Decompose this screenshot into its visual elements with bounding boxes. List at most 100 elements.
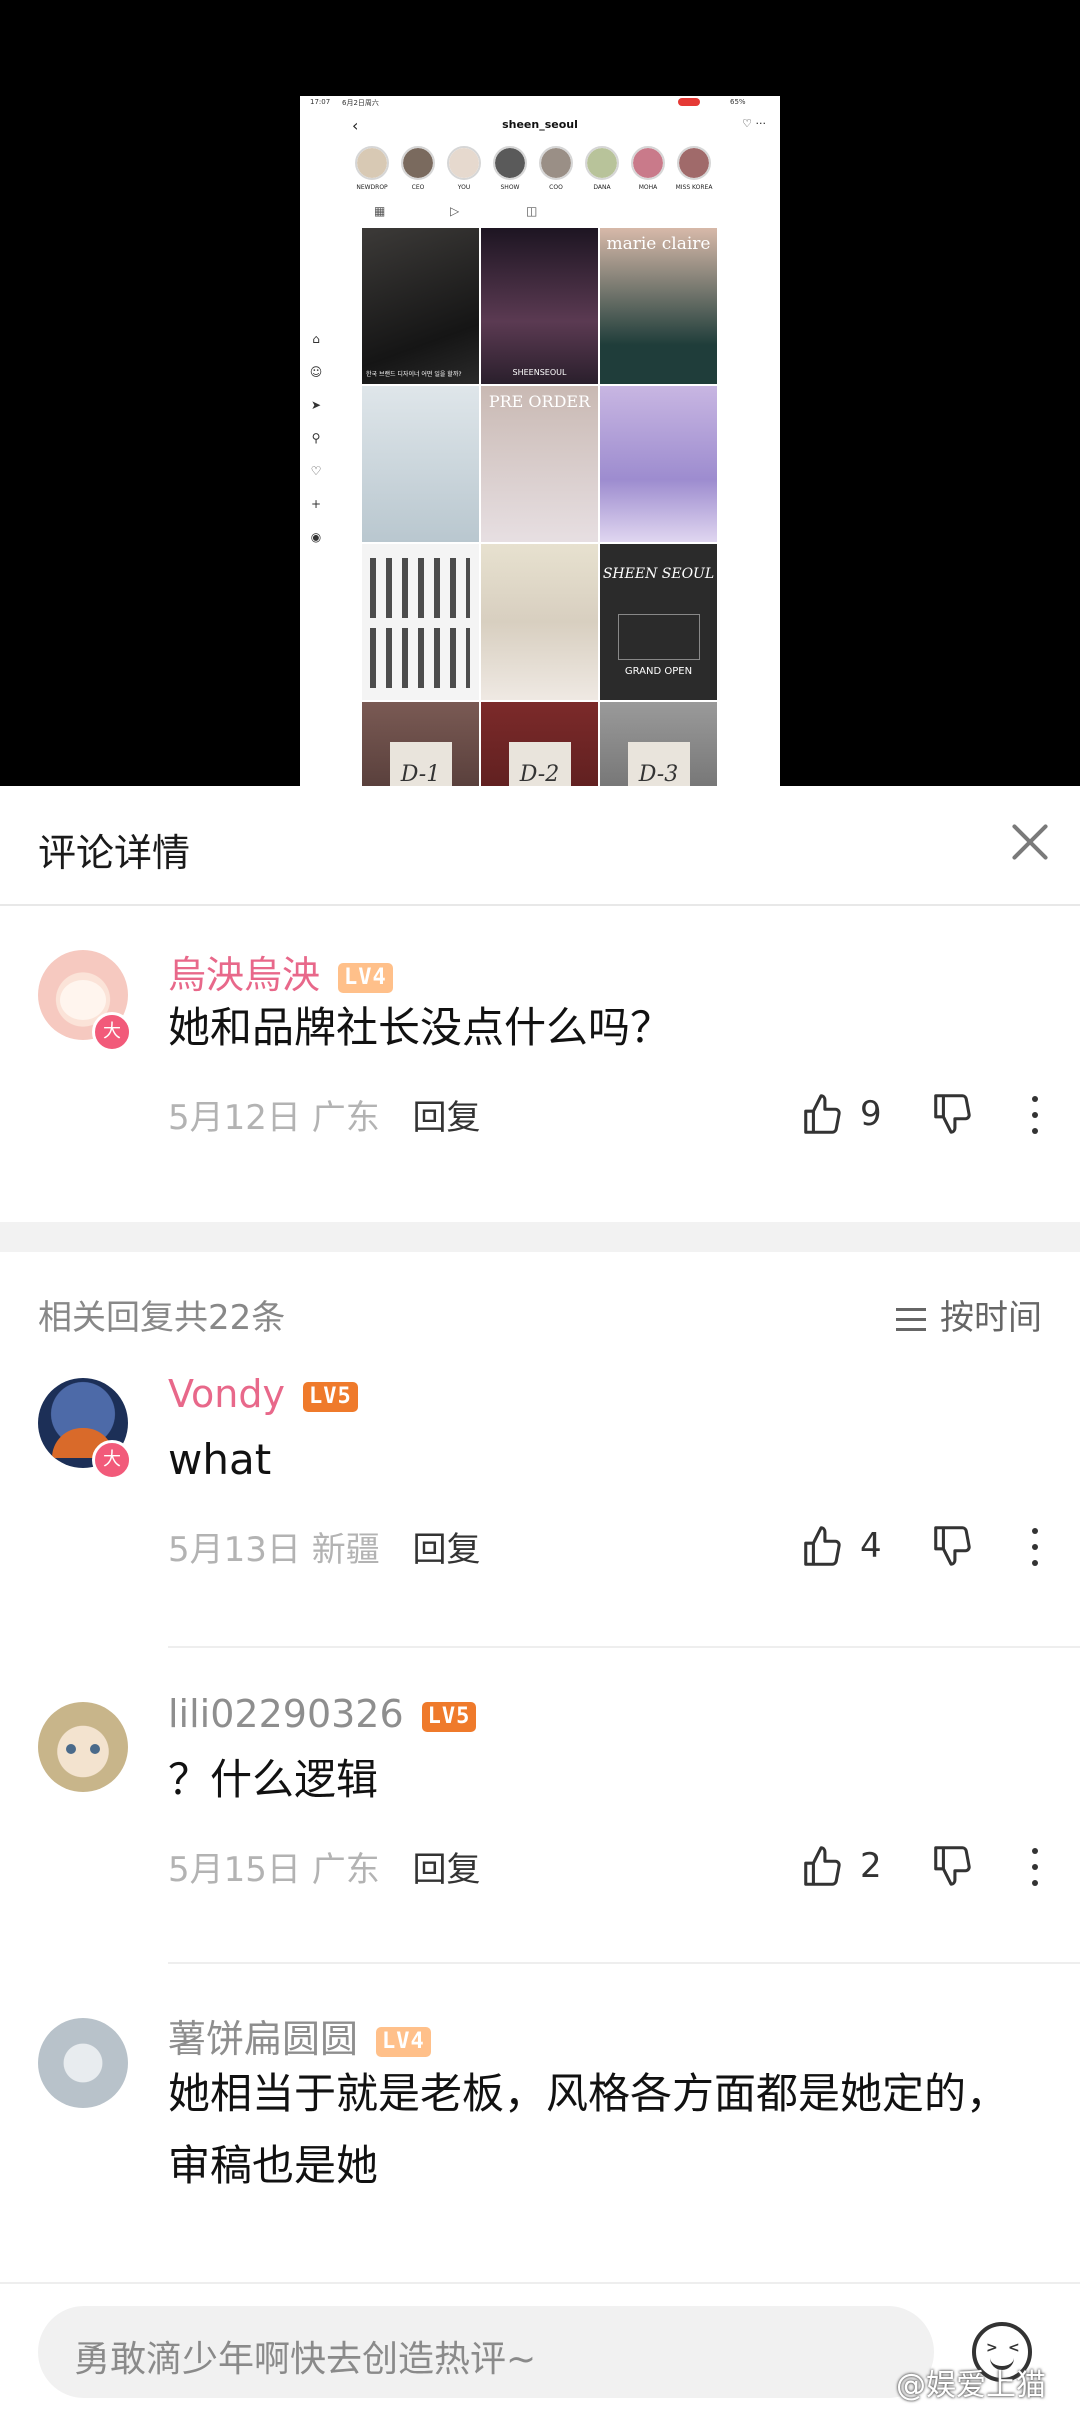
thumbs-down-icon [934, 1526, 971, 1566]
sheet-title: 评论详情 [38, 831, 191, 875]
dislike-button[interactable] [930, 1842, 980, 1892]
reply-item: 薯饼扁圆圆 LV4 她相当于就是老板，风格各方面都是她定的，审稿也是她 [0, 1978, 1080, 2278]
level-badge: LV4 [376, 2026, 431, 2057]
send-icon: ➤ [310, 398, 322, 412]
like-button[interactable]: 9 [800, 1090, 900, 1140]
comment-text: 她和品牌社长没点什么吗？ [168, 1003, 673, 1052]
level-badge: LV4 [338, 962, 393, 993]
search-icon: ⚲ [311, 431, 321, 445]
comment-detail-sheet: 评论详情 大 烏泱烏泱 LV4 她和品牌社长没点什么吗？ 5月12日 广东 回复 … [0, 786, 1080, 2412]
comment-meta: 5月13日 新疆 回复 [168, 1522, 481, 1571]
embedded-header: ‹ sheen_seoul ♡ ··· [300, 112, 780, 138]
comment-username[interactable]: 薯饼扁圆圆 LV4 [168, 2008, 431, 2063]
embedded-status-time: 17:07 [310, 98, 331, 106]
plus-icon: + [310, 497, 322, 511]
post-thumbnail [362, 544, 479, 700]
like-count: 9 [860, 1094, 882, 1134]
reply-item: lili02290326 LV5 ？什么逻辑 5月15日 广东 回复 2 [0, 1662, 1080, 1978]
comment-username[interactable]: lili02290326 LV5 [168, 1692, 477, 1736]
reels-icon: ▷ [450, 204, 460, 218]
sort-icon [896, 1307, 926, 1333]
embedded-status-bar: 17:07 6月2日周六 65% [300, 96, 780, 110]
post-thumbnail: SHEEN SEOUL GRAND OPEN [600, 544, 717, 700]
story-highlight: SHOW [488, 146, 532, 191]
dislike-button[interactable] [930, 1522, 980, 1572]
post-thumbnail: marie claire [600, 228, 717, 384]
story-highlight: DANA [580, 146, 624, 191]
comment-input-placeholder: 勇敢滴少年啊快去创造热评~ [74, 2339, 537, 2380]
main-comment: 大 烏泱烏泱 LV4 她和品牌社长没点什么吗？ 5月12日 广东 回复 9 [0, 904, 1080, 1138]
embedded-status-date: 6月2日周六 [342, 99, 379, 107]
embedded-screenshot: 17:07 6月2日周六 65% ‹ sheen_seoul ♡ ··· NEW… [300, 96, 780, 786]
heart-icon: ♡ [310, 464, 322, 478]
reply-button[interactable]: 回复 [413, 1098, 481, 1138]
story-highlight: MOHA [626, 146, 670, 191]
post-thumbnail [362, 386, 479, 542]
embedded-username: sheen_seoul [502, 118, 578, 131]
close-icon[interactable] [1000, 812, 1060, 872]
embedded-side-nav: ⌂ ☺ ➤ ⚲ ♡ + ◉ [304, 332, 328, 563]
reply-item: 大 Vondy LV5 what 5月13日 新疆 回复 4 [0, 1342, 1080, 1662]
tagged-icon: ◫ [526, 204, 538, 218]
level-badge: LV5 [421, 1701, 477, 1732]
thumbs-up-icon [804, 1846, 841, 1886]
story-highlight: CEO [396, 146, 440, 191]
comment-date: 5月15日 [168, 1850, 301, 1890]
comment-input[interactable]: 勇敢滴少年啊快去创造热评~ [38, 2306, 934, 2398]
media-preview[interactable]: 17:07 6月2日周六 65% ‹ sheen_seoul ♡ ··· NEW… [0, 0, 1080, 786]
more-icon[interactable] [1026, 1090, 1042, 1140]
like-button[interactable]: 2 [800, 1842, 900, 1892]
story-highlight: COO [534, 146, 578, 191]
comment-text: what [168, 1435, 272, 1484]
comment-location: 广东 [311, 1850, 380, 1890]
reply-count: 相关回复共22条 [38, 1298, 286, 1338]
thumbs-down-icon [934, 1846, 971, 1886]
post-thumbnail: PRE ORDER [481, 386, 598, 542]
comment-meta: 5月12日 广东 回复 [168, 1090, 481, 1139]
story-highlights: NEWDROP CEO YOU SHOW COO DANA MOHA MISS … [350, 146, 770, 196]
embedded-battery: 65% [730, 98, 746, 106]
post-thumbnail: D-1 [362, 702, 479, 786]
level-badge: LV5 [303, 1381, 358, 1412]
story-highlight: MISS KOREA [672, 146, 716, 191]
avatar[interactable] [38, 2018, 128, 2108]
more-icon[interactable] [1026, 1522, 1042, 1572]
thumbs-up-icon [804, 1526, 841, 1566]
comment-text: 她相当于就是老板，风格各方面都是她定的，审稿也是她 [168, 2069, 1009, 2190]
verified-badge: 大 [92, 1440, 132, 1480]
home-icon: ⌂ [312, 332, 320, 346]
comment-date: 5月12日 [168, 1098, 301, 1138]
watermark: @娱爱上猫 [896, 2368, 1046, 2403]
post-thumbnail: 한국 브랜드 디자이너 어떤 일을 할까? [362, 228, 479, 384]
embedded-profile-tabs: ▦ ▷ ◫ [300, 204, 780, 224]
sort-toggle[interactable]: 按时间 [896, 1290, 1042, 1339]
post-thumbnail: SHEENSEOUL [481, 228, 598, 384]
comment-meta: 5月15日 广东 回复 [168, 1842, 481, 1891]
thumbs-down-icon [934, 1094, 971, 1134]
reply-button[interactable]: 回复 [413, 1850, 481, 1890]
comment-username[interactable]: 烏泱烏泱 LV4 [168, 944, 393, 999]
like-count: 2 [860, 1846, 882, 1886]
comment-date: 5月13日 [168, 1530, 301, 1570]
post-thumbnail: D-2 [481, 702, 598, 786]
profile-icon: ◉ [310, 530, 322, 544]
section-divider [0, 1222, 1080, 1252]
comment-location: 新疆 [311, 1530, 380, 1570]
people-icon: ☺ [309, 365, 323, 379]
divider [168, 1962, 1080, 1964]
post-thumbnail [481, 544, 598, 700]
grand-open-label: GRAND OPEN [624, 666, 693, 677]
divider [168, 1646, 1080, 1648]
reply-button[interactable]: 回复 [413, 1530, 481, 1570]
comment-location: 广东 [311, 1098, 380, 1138]
comment-text: ？什么逻辑 [168, 1755, 379, 1804]
replies-header: 相关回复共22条 按时间 [0, 1284, 1080, 1344]
comment-username[interactable]: Vondy LV5 [168, 1372, 358, 1416]
dislike-button[interactable] [930, 1090, 980, 1140]
story-highlight: YOU [442, 146, 486, 191]
record-indicator-icon [678, 98, 700, 106]
avatar[interactable] [38, 1702, 128, 1792]
thumbs-up-icon [804, 1094, 841, 1134]
more-icon[interactable] [1026, 1842, 1042, 1892]
like-button[interactable]: 4 [800, 1522, 900, 1572]
